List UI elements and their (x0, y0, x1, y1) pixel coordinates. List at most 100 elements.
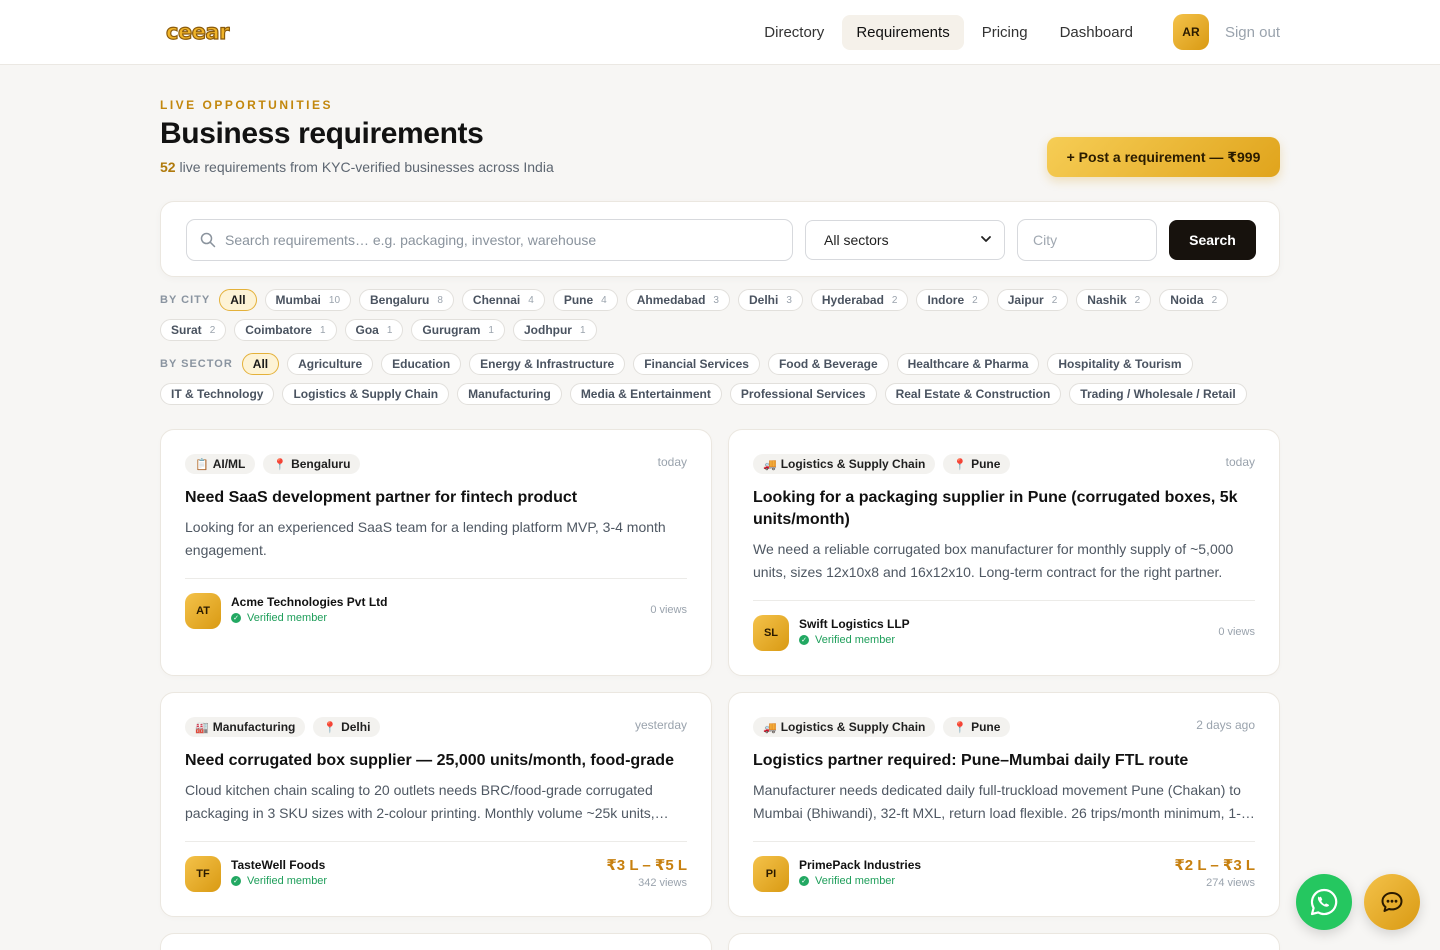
company-name[interactable]: TasteWell Foods (231, 858, 325, 872)
card-title[interactable]: Logistics partner required: Pune–Mumbai … (753, 750, 1253, 772)
city-chip-hyderabad[interactable]: Hyderabad 2 (810, 289, 909, 311)
city-chip-count: 3 (713, 294, 719, 306)
city-chip-ahmedabad[interactable]: Ahmedabad 3 (625, 289, 730, 311)
search-box (186, 219, 793, 261)
requirement-card[interactable]: 🚚 Logistics & Supply Chain 📍 Pune today Lo… (728, 429, 1280, 676)
sector-chip-media-entertainment[interactable]: Media & Entertainment (569, 383, 722, 405)
sector-chip-hospitality-tourism[interactable]: Hospitality & Tourism (1047, 353, 1193, 375)
card-title[interactable]: Need SaaS development partner for fintec… (185, 487, 685, 509)
city-chip-count: 1 (386, 324, 393, 336)
city-input[interactable] (1033, 232, 1143, 248)
nav-directory[interactable]: Directory (750, 15, 838, 50)
requirement-card[interactable]: 📋 AI/ML 📍 Bengaluru today Need SaaS develo… (160, 429, 712, 676)
city-chip-count: 2 (1134, 294, 1141, 306)
sector-chip-it-technology[interactable]: IT & Technology (160, 383, 275, 405)
pin-icon: 📍 (953, 721, 968, 734)
sector-chip-manufacturing[interactable]: Manufacturing (457, 383, 562, 405)
city-chip-count: 8 (437, 294, 443, 306)
sector-chip-agriculture[interactable]: Agriculture (287, 353, 374, 375)
city-tag[interactable]: 📍 Delhi (313, 717, 381, 737)
user-avatar[interactable]: AR (1172, 14, 1209, 50)
city-chip-pune[interactable]: Pune 4 (552, 289, 618, 311)
city-chip-goa[interactable]: Goa 1 (344, 319, 404, 341)
city-chip-jaipur[interactable]: Jaipur 2 (996, 289, 1069, 311)
sector-chip-logistics-supply-chain[interactable]: Logistics & Supply Chain (282, 383, 450, 405)
sector-chip-real-estate-construction[interactable]: Real Estate & Construction (884, 383, 1062, 405)
card-description: We need a reliable corrugated box manufa… (753, 541, 1234, 580)
company-name[interactable]: Swift Logistics LLP (799, 617, 910, 631)
sector-chip-energy-infrastructure[interactable]: Energy & Infrastructure (469, 353, 626, 375)
sector-tag-label: Logistics & Supply Chain (780, 720, 926, 734)
city-chip-jodhpur[interactable]: Jodhpur 1 (512, 319, 597, 341)
city-chip-delhi[interactable]: Delhi 3 (737, 289, 803, 311)
main-nav: Directory Requirements Pricing Dashboard… (746, 14, 1280, 50)
sector-select[interactable]: All sectors (805, 220, 1005, 260)
sector-chip-education[interactable]: Education (381, 353, 462, 375)
sector-tag[interactable]: 🚚 Logistics & Supply Chain (753, 454, 936, 474)
sector-chip-label: Agriculture (298, 357, 363, 371)
verified-label: Verified member (815, 875, 896, 887)
requirement-card[interactable] (160, 933, 712, 950)
card-title[interactable]: Looking for a packaging supplier in Pune… (753, 487, 1253, 531)
sector-tag[interactable]: 📋 AI/ML (185, 454, 256, 474)
sector-chip-trading-wholesale-retail[interactable]: Trading / Wholesale / Retail (1069, 383, 1247, 405)
nav-pricing[interactable]: Pricing (968, 15, 1042, 50)
post-requirement-button[interactable]: + Post a requirement — ₹999 (1047, 137, 1280, 177)
sector-tag[interactable]: 🚚 Logistics & Supply Chain (753, 717, 936, 737)
nav-requirements[interactable]: Requirements (842, 14, 964, 50)
city-tag-label: Pune (971, 720, 1001, 734)
sector-chip-label: Education (392, 357, 451, 371)
sign-out-link[interactable]: Sign out (1225, 24, 1280, 41)
whatsapp-button[interactable] (1296, 874, 1352, 930)
city-chip-nashik[interactable]: Nashik 2 (1076, 289, 1152, 311)
sector-chip-food-beverage[interactable]: Food & Beverage (767, 353, 889, 375)
sector-chip-all[interactable]: All (241, 353, 280, 375)
nav-dashboard[interactable]: Dashboard (1046, 15, 1147, 50)
city-chip-label: Ahmedabad (636, 293, 706, 307)
sector-chip-financial-services[interactable]: Financial Services (633, 353, 760, 375)
city-chip-label: Chennai (472, 293, 521, 307)
city-chip-gurugram[interactable]: Gurugram 1 (411, 319, 505, 341)
card-description: Manufacturer needs dedicated daily full-… (753, 782, 1241, 821)
card-title[interactable]: Need corrugated box supplier — 25,000 un… (185, 750, 685, 772)
sector-tag[interactable]: 🏭 Manufacturing (185, 717, 306, 737)
city-chip-surat[interactable]: Surat 2 (160, 319, 227, 341)
sector-chip-label: Logistics & Supply Chain (293, 387, 439, 401)
verified-badge: ✓ Verified member (231, 612, 327, 624)
company-name[interactable]: PrimePack Industries (799, 858, 921, 872)
city-chip-mumbai[interactable]: Mumbai 10 (264, 289, 352, 311)
search-button[interactable]: Search (1169, 220, 1256, 260)
sector-chip-label: Hospitality & Tourism (1058, 357, 1182, 371)
city-tag[interactable]: 📍 Bengaluru (263, 454, 361, 474)
city-tag[interactable]: 📍 Pune (943, 717, 1011, 737)
view-count: 0 views (1218, 626, 1255, 638)
city-tag[interactable]: 📍 Pune (943, 454, 1011, 474)
city-chip-noida[interactable]: Noida 2 (1159, 289, 1229, 311)
city-chip-label: Hyderabad (821, 293, 884, 307)
sector-chip-healthcare-pharma[interactable]: Healthcare & Pharma (896, 353, 1040, 375)
city-chip-label: Jodhpur (523, 323, 572, 337)
verified-label: Verified member (247, 612, 328, 624)
chat-button[interactable] (1364, 874, 1420, 930)
city-chip-label: Surat (171, 323, 202, 337)
requirement-card[interactable]: 🚚 Logistics & Supply Chain 📍 Pune 2 days a… (728, 692, 1280, 917)
city-chip-all[interactable]: All (219, 289, 257, 311)
city-chip-count: 10 (328, 294, 341, 306)
city-chip-indore[interactable]: Indore 2 (916, 289, 989, 311)
city-chip-count: 2 (209, 324, 216, 336)
requirement-card[interactable] (728, 933, 1280, 950)
posted-time: yesterday (634, 718, 687, 732)
company-name[interactable]: Acme Technologies Pvt Ltd (231, 595, 387, 609)
check-icon: ✓ (231, 613, 241, 623)
city-chip-chennai[interactable]: Chennai 4 (461, 289, 545, 311)
sector-chip-professional-services[interactable]: Professional Services (729, 383, 877, 405)
requirement-card[interactable]: 🏭 Manufacturing 📍 Delhi yesterday Need cor… (160, 692, 712, 917)
city-tag-label: Bengaluru (291, 457, 351, 471)
brand-logo[interactable]: ceear (165, 19, 230, 44)
company-avatar: TF (185, 856, 221, 892)
section-eyebrow: LIVE OPPORTUNITIES (160, 98, 334, 112)
city-chip-bengaluru[interactable]: Bengaluru 8 (359, 289, 454, 311)
city-chip-coimbatore[interactable]: Coimbatore 1 (234, 319, 337, 341)
search-input[interactable] (225, 232, 765, 248)
sector-chip-label: Financial Services (644, 357, 749, 371)
